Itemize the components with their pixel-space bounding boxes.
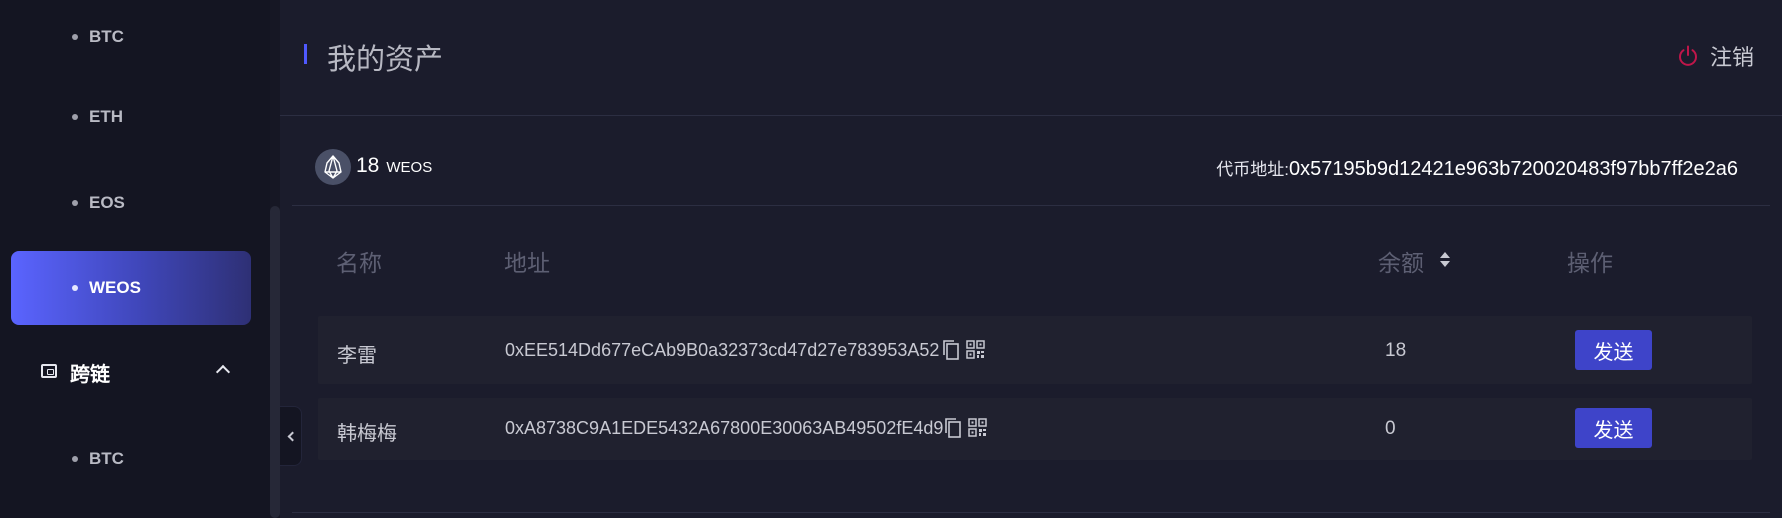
- page-header: 我的资产 注销: [280, 0, 1782, 116]
- sort-icon[interactable]: [1440, 252, 1450, 268]
- token-address-value: 0x57195b9d12421e963b720020483f97bb7ff2e2…: [1289, 158, 1738, 180]
- sidebar-item-label: BTC: [89, 27, 124, 46]
- balance-value: 18: [356, 154, 380, 177]
- copy-icon[interactable]: [944, 417, 962, 439]
- main-content: 我的资产 注销 18 WEOS 代币地址: 0x57195b9d12421e96…: [280, 0, 1782, 518]
- sidebar-item-label: BTC: [89, 449, 124, 468]
- eos-coin-icon: [315, 149, 351, 185]
- sidebar-item-btc[interactable]: BTC: [11, 0, 251, 74]
- sidebar-item-cross-chain-btc[interactable]: BTC: [11, 422, 251, 496]
- column-header-address: 地址: [504, 250, 550, 276]
- contact-name: 韩梅梅: [337, 423, 397, 445]
- qr-code-icon[interactable]: [966, 340, 985, 359]
- logout-label: 注销: [1709, 45, 1754, 70]
- qr-code-icon[interactable]: [968, 418, 987, 437]
- bullet-icon: [72, 114, 78, 120]
- sidebar-item-eos[interactable]: EOS: [11, 166, 251, 240]
- sidebar-item-label: ETH: [89, 107, 123, 126]
- sidebar-group-label: 跨链: [70, 364, 110, 386]
- sidebar-item-eth[interactable]: ETH: [11, 80, 251, 154]
- contact-address: 0xEE514Dd677eCAb9B0a32373cd47d27e783953A…: [505, 340, 940, 360]
- contact-name: 李雷: [337, 345, 377, 367]
- page-title: 我的资产: [327, 44, 444, 76]
- token-address-label: 代币地址:: [1216, 160, 1290, 179]
- asset-balance: 18 WEOS: [356, 154, 432, 178]
- sidebar-group-cross-chain[interactable]: 跨链: [0, 334, 270, 408]
- copy-icon[interactable]: [942, 339, 960, 361]
- bullet-icon: [72, 200, 78, 206]
- divider: [292, 512, 1770, 513]
- column-header-name: 名称: [336, 250, 382, 276]
- sidebar-item-label: WEOS: [89, 278, 141, 297]
- bullet-icon: [72, 456, 78, 462]
- scrollbar-thumb[interactable]: [270, 206, 280, 518]
- sidebar: BTC ETH EOS WEOS 跨链 BTC: [0, 0, 280, 518]
- send-button[interactable]: 发送: [1575, 330, 1652, 370]
- bullet-icon: [72, 34, 78, 40]
- table-header: 名称 地址 余额 操作: [280, 244, 1782, 276]
- sidebar-item-label: EOS: [89, 193, 125, 212]
- app: BTC ETH EOS WEOS 跨链 BTC 我的资产 注销 18 WEOS …: [0, 0, 1782, 518]
- title-accent-bar: [304, 44, 307, 64]
- sidebar-item-weos[interactable]: WEOS: [11, 251, 251, 325]
- logout-button[interactable]: 注销: [1676, 40, 1754, 72]
- table-row: 韩梅梅 0xA8738C9A1EDE5432A67800E30063AB4950…: [318, 398, 1752, 460]
- wallet-icon: [41, 364, 57, 378]
- sidebar-scrollbar[interactable]: [270, 0, 280, 518]
- contact-balance: 18: [1385, 340, 1407, 361]
- column-header-balance[interactable]: 余额: [1378, 244, 1424, 278]
- balance-unit: WEOS: [386, 159, 433, 176]
- send-button[interactable]: 发送: [1575, 408, 1652, 448]
- contact-balance: 0: [1385, 418, 1396, 439]
- table-row: 李雷 0xEE514Dd677eCAb9B0a32373cd47d27e7839…: [318, 316, 1752, 384]
- token-address: 代币地址: 0x57195b9d12421e963b720020483f97bb…: [1216, 155, 1738, 181]
- contact-address: 0xA8738C9A1EDE5432A67800E30063AB49502fE4…: [505, 418, 944, 438]
- power-icon: [1679, 45, 1697, 66]
- asset-summary: 18 WEOS 代币地址: 0x57195b9d12421e963b720020…: [292, 116, 1770, 206]
- chevron-up-icon: [215, 364, 231, 380]
- bullet-icon: [72, 285, 78, 291]
- column-header-action: 操作: [1567, 250, 1613, 276]
